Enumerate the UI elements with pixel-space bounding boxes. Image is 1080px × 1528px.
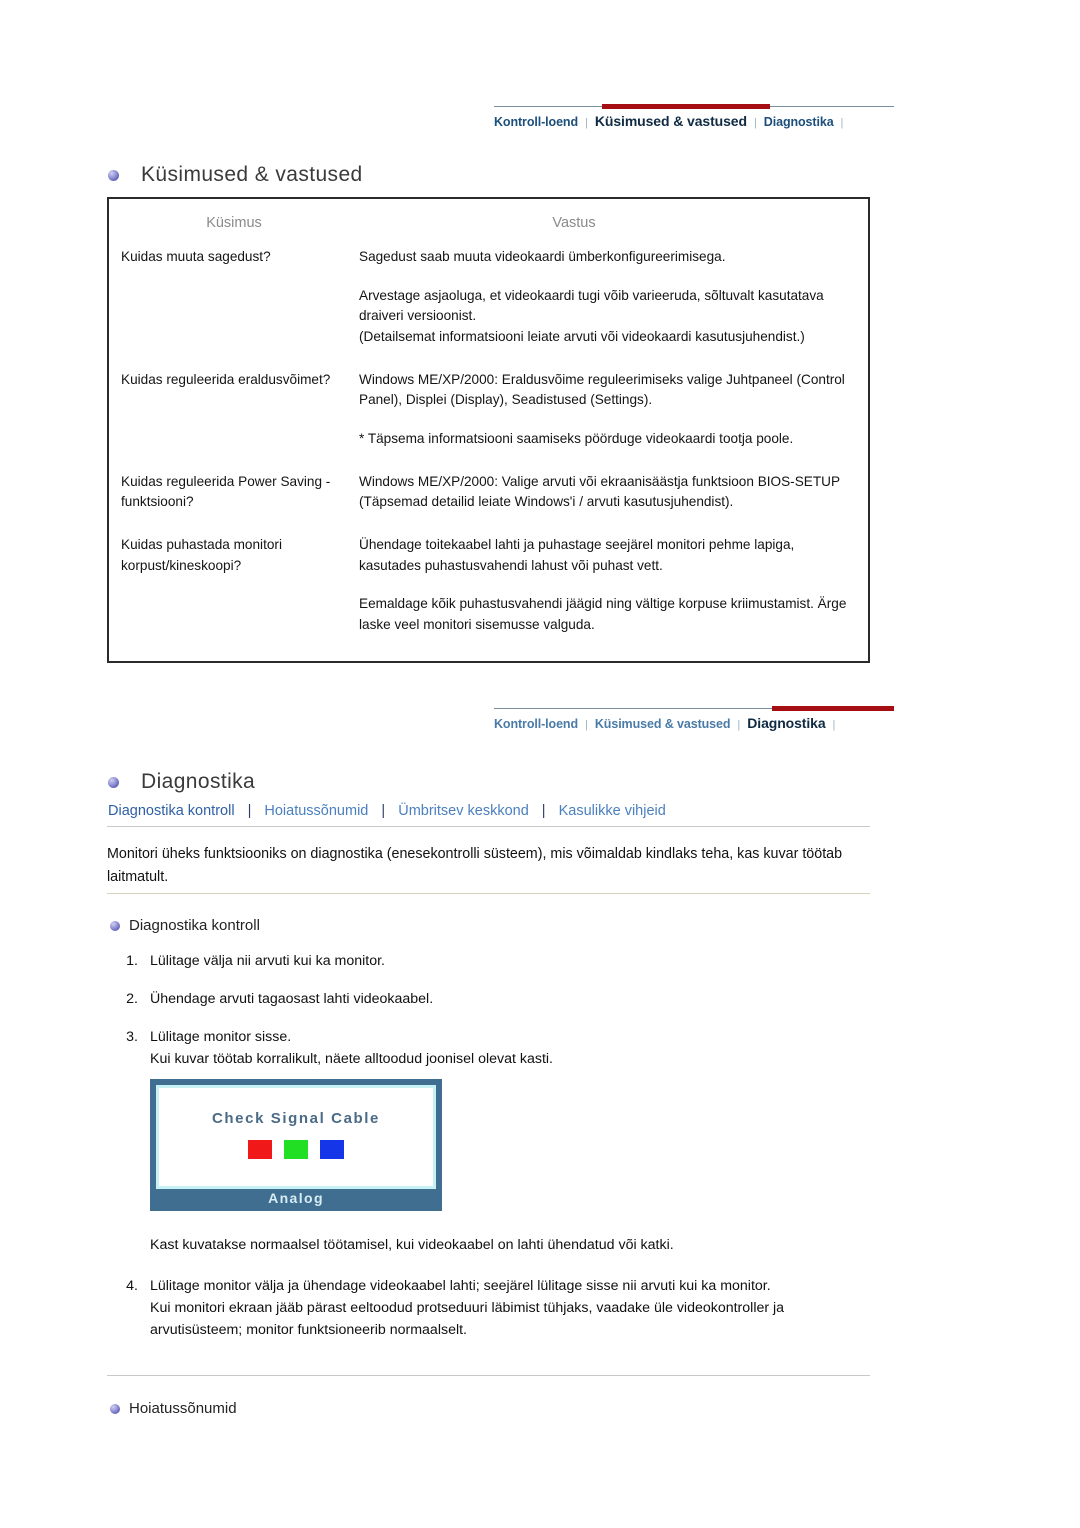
faq-col-answer: Vastus [552, 215, 596, 231]
osd-swatch-green [284, 1140, 308, 1159]
diagnostics-section-heading: Diagnostika [108, 770, 255, 794]
subheading-warnings: Hoiatussõnumid [110, 1400, 237, 1417]
osd-title-text: Check Signal Cable [211, 1110, 380, 1127]
osd-color-swatches [159, 1140, 433, 1159]
faq-question: Kuidas puhastada monitori korpust/kinesk… [121, 536, 282, 573]
nav-bottom-separator-1: | [585, 719, 588, 731]
list-item: 2. Ühendage arvuti tagaosast lahti video… [118, 988, 858, 1010]
table-row: Kuidas reguleerida Power Saving -funktsi… [109, 472, 868, 513]
step-line: Lülitage välja nii arvuti kui ka monitor… [150, 953, 386, 969]
breadcrumb-nav-top: Kontroll-loend | Küsimused & vastused | … [494, 104, 894, 140]
step-body: Ühendage arvuti tagaosast lahti videokaa… [150, 988, 433, 1010]
active-tab-indicator-top [602, 104, 770, 109]
step-number: 4. [126, 1278, 138, 1294]
subheading-diagnostics-check: Diagnostika kontroll [110, 917, 260, 934]
table-row: Kuidas puhastada monitori korpust/kinesk… [109, 535, 868, 636]
table-row: Kuidas muuta sagedust? Sagedust saab muu… [109, 247, 868, 348]
bullet-icon [110, 920, 120, 931]
faq-answer-para: Eemaldage kõik puhastusvahendi jäägid ni… [359, 596, 847, 632]
step-line: Lülitage monitor välja ja ühendage video… [150, 1278, 771, 1294]
faq-table-header: Küsimus Vastus [109, 199, 868, 243]
faq-answer-para: Arvestage asjaoluga, et videokaardi tugi… [359, 287, 824, 344]
faq-answer: Windows ME/XP/2000: Valige arvuti või ek… [359, 472, 859, 513]
step-number: 1. [126, 953, 138, 969]
bullet-icon [108, 776, 119, 788]
subheading-label: Diagnostika kontroll [129, 917, 260, 934]
sublink-umbritsev-keskkond[interactable]: Ümbritsev keskkond [398, 803, 529, 819]
divider-under-sublinks [107, 826, 870, 827]
faq-question: Kuidas reguleerida Power Saving -funktsi… [121, 473, 331, 510]
nav-top-separator-2: | [753, 117, 757, 129]
nav-bottom-separator-3: | [832, 719, 836, 731]
list-item: 3. Lülitage monitor sisse. Kui kuvar töö… [118, 1026, 858, 1070]
step-line: Kui monitori ekraan jääb pärast eeltoodu… [150, 1300, 785, 1338]
divider-above-warnings [107, 1375, 870, 1376]
nav-top-item-kontroll-loend[interactable]: Kontroll-loend [494, 115, 578, 129]
sublink-separator-1: | [247, 803, 252, 819]
faq-answer-para: Windows ME/XP/2000: Valige arvuti või ek… [359, 473, 840, 510]
step-number: 2. [126, 991, 138, 1007]
step-line: Kui kuvar töötab korralikult, näete allt… [150, 1051, 553, 1067]
breadcrumb-nav-bottom: Kontroll-loend | Küsimused & vastused | … [494, 706, 894, 742]
faq-answer-para: Sagedust saab muuta videokaardi ümberkon… [359, 249, 726, 264]
bullet-icon [108, 169, 119, 181]
osd-caption-text: Kast kuvatakse normaalsel töötamisel, ku… [150, 1237, 674, 1253]
osd-figure: Check Signal Cable Analog [150, 1079, 442, 1211]
sublink-hoiatussonumid[interactable]: Hoiatussõnumid [264, 803, 368, 819]
faq-col-question: Küsimus [206, 215, 262, 231]
step-number: 3. [126, 1029, 138, 1045]
faq-answer-para: Windows ME/XP/2000: Eraldusvõime regulee… [359, 371, 845, 408]
nav-top-separator-1: | [585, 117, 588, 129]
document-page: Kontroll-loend | Küsimused & vastused | … [0, 0, 1080, 1528]
step-body: Lülitage monitor välja ja ühendage video… [150, 1275, 860, 1341]
nav-top-item-diagnostika[interactable]: Diagnostika [764, 115, 834, 129]
step-line: Lülitage monitor sisse. [150, 1029, 292, 1045]
step-line: Ühendage arvuti tagaosast lahti videokaa… [150, 991, 434, 1007]
nav-bottom-separator-2: | [737, 719, 741, 731]
list-item: 4. Lülitage monitor välja ja ühendage vi… [118, 1275, 860, 1341]
nav-top-item-kusimused-vastused[interactable]: Küsimused & vastused [595, 113, 747, 129]
bullet-icon [110, 1403, 120, 1414]
subheading-label: Hoiatussõnumid [129, 1400, 237, 1417]
page-title: Küsimused & vastused [141, 163, 363, 186]
faq-answer-para: Ühendage toitekaabel lahti ja puhastage … [359, 536, 795, 573]
diagnostics-sublink-row: Diagnostika kontroll | Hoiatussõnumid | … [108, 803, 666, 819]
faq-question: Kuidas muuta sagedust? [121, 249, 271, 264]
osd-swatch-red [248, 1140, 272, 1159]
faq-answer: Windows ME/XP/2000: Eraldusvõime regulee… [359, 370, 859, 450]
faq-answer: Sagedust saab muuta videokaardi ümberkon… [359, 247, 859, 348]
faq-answer-para: * Täpsema informatsiooni saamiseks pöörd… [359, 430, 794, 446]
sublink-separator-3: | [541, 803, 546, 819]
step-body: Lülitage välja nii arvuti kui ka monitor… [150, 950, 385, 972]
faq-section-heading: Küsimused & vastused [108, 163, 363, 187]
list-item: 1. Lülitage välja nii arvuti kui ka moni… [118, 950, 858, 972]
step-body: Lülitage monitor sisse. Kui kuvar töötab… [150, 1026, 553, 1070]
table-row: Kuidas reguleerida eraldusvõimet? Window… [109, 370, 868, 450]
diagnostics-step4-list: 4. Lülitage monitor välja ja ühendage vi… [118, 1275, 860, 1357]
nav-top-separator-3: | [840, 117, 844, 129]
osd-screen: Check Signal Cable [159, 1088, 433, 1186]
nav-bottom-item-diagnostika[interactable]: Diagnostika [747, 715, 825, 731]
diagnostics-steps-list: 1. Lülitage välja nii arvuti kui ka moni… [118, 950, 858, 1086]
divider-under-intro [107, 893, 870, 894]
osd-footer-text: Analog [268, 1190, 324, 1206]
section-title: Diagnostika [141, 770, 256, 793]
faq-question: Kuidas reguleerida eraldusvõimet? [121, 371, 331, 387]
active-tab-indicator-bottom [772, 706, 894, 711]
sublink-separator-2: | [381, 803, 386, 819]
diagnostics-intro-text: Monitori üheks funktsiooniks on diagnost… [107, 846, 843, 885]
nav-bottom-item-kontroll-loend[interactable]: Kontroll-loend [494, 717, 578, 731]
faq-table: Küsimus Vastus Kuidas muuta sagedust? Sa… [107, 197, 870, 663]
sublink-kasulikke-vihjeid[interactable]: Kasulikke vihjeid [559, 803, 666, 819]
faq-answer: Ühendage toitekaabel lahti ja puhastage … [359, 535, 859, 636]
nav-bottom-item-kusimused-vastused[interactable]: Küsimused & vastused [595, 717, 731, 731]
osd-swatch-blue [320, 1140, 344, 1159]
sublink-diagnostika-kontroll[interactable]: Diagnostika kontroll [108, 803, 235, 819]
